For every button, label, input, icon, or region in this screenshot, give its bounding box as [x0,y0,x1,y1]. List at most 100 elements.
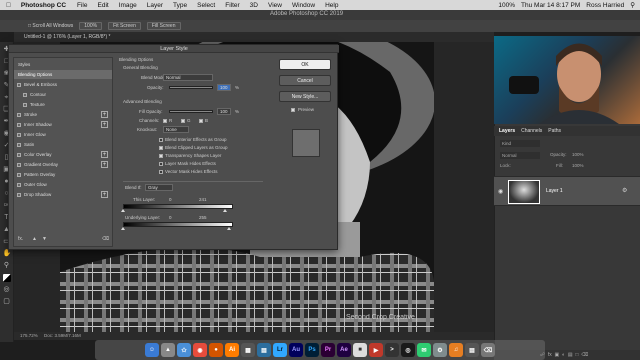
document-tab[interactable]: Untitled-1 @ 176% (Layer 1, RGB/8*) * [14,32,494,42]
photoshop-icon[interactable]: Ps [305,343,319,357]
chrome-icon[interactable]: ◉ [193,343,207,357]
style-checkbox[interactable] [17,182,21,187]
doc-size[interactable]: Doc: 3.59M/7.16M [44,333,81,338]
style-checkbox[interactable] [17,162,21,167]
advanced-option-checkbox[interactable] [159,162,163,166]
style-item[interactable]: Outer Glow [14,180,112,189]
folder-icon-dock[interactable]: ▤ [465,343,479,357]
media-icon[interactable]: ▶ [369,343,383,357]
opacity-input[interactable]: 100 [217,84,231,91]
layer-fill-value[interactable]: 100% [572,163,584,168]
add-effect-icon[interactable]: + [101,111,108,118]
tab-layers[interactable]: Layers [499,128,515,134]
channel-r-checkbox[interactable] [163,119,167,123]
style-checkbox[interactable] [23,102,27,107]
scroll-all-checkbox[interactable]: □ Scroll All Windows [28,23,73,29]
fill-screen-button[interactable]: Fill Screen [146,22,181,30]
style-checkbox[interactable] [17,142,21,147]
menu-3d[interactable]: 3D [250,2,258,9]
obs-icon[interactable]: ◎ [401,343,415,357]
menu-select[interactable]: Select [197,2,215,9]
new-style-button[interactable]: New Style... [279,91,331,102]
cancel-button[interactable]: Cancel [279,75,331,86]
fill-opacity-input[interactable]: 100 [217,108,231,115]
visibility-eye-icon[interactable]: ◉ [498,188,503,195]
user-name[interactable]: Ross Harried [586,2,624,9]
menu-image[interactable]: Image [119,2,137,9]
app-menu[interactable]: Photoshop CC [21,2,66,9]
menu-type[interactable]: Type [173,2,187,9]
clock[interactable]: Thu Mar 14 8:17 PM [521,2,580,9]
audition-icon[interactable]: Au [289,343,303,357]
channel-b-checkbox[interactable] [199,119,203,123]
style-checkbox[interactable] [17,112,21,117]
fx-icon[interactable]: fx [548,352,552,358]
style-checkbox[interactable] [17,82,21,87]
music-icon[interactable]: ♫ [449,343,463,357]
style-item[interactable]: Blending Options [14,70,112,79]
menu-layer[interactable]: Layer [147,2,163,9]
zoom-100-button[interactable]: 100% [79,22,103,30]
finder-icon[interactable]: ☺ [145,343,159,357]
underlying-layer-gradient[interactable] [123,222,233,227]
premiere-icon[interactable]: Pr [321,343,335,357]
adjustment-icon[interactable]: ◐ [562,352,565,358]
finder-folder-icon[interactable]: ▤ [257,343,271,357]
tab-channels[interactable]: Channels [521,128,542,134]
settings-icon[interactable]: ⚙ [433,343,447,357]
layer-thumbnail[interactable] [508,180,540,204]
app-icon[interactable]: ■ [353,343,367,357]
layer-name[interactable]: Layer 1 [546,188,563,194]
style-item[interactable]: Contour [14,90,112,99]
add-effect-icon[interactable]: + [101,161,108,168]
style-item[interactable]: Inner Glow [14,130,112,139]
style-checkbox[interactable] [17,152,21,157]
after-effects-icon[interactable]: Ae [337,343,351,357]
opacity-slider[interactable] [169,86,213,89]
battery-level[interactable]: 100% [498,2,515,9]
layer-filter-kind[interactable]: Kind [500,140,540,147]
firefox-icon[interactable]: ● [209,343,223,357]
fit-screen-button[interactable]: Fit Screen [108,22,141,30]
calendar-icon[interactable]: ▦ [241,343,255,357]
trash-dock-icon[interactable]: ⌫ [481,343,495,357]
fx-menu-icon[interactable]: fx. [18,236,23,242]
style-item[interactable]: Pattern Overlay [14,170,112,179]
terminal-icon[interactable]: > [385,343,399,357]
layer-effects-icon[interactable]: ⚙ [622,187,627,194]
add-effect-icon[interactable]: + [101,191,108,198]
add-effect-icon[interactable]: + [101,151,108,158]
style-item[interactable]: Gradient Overlay + [14,160,112,169]
menu-filter[interactable]: Filter [225,2,239,9]
screen-mode-icon[interactable]: ▢ [3,298,11,306]
knockout-select[interactable]: None [163,126,189,133]
style-item[interactable]: Inner Shadow + [14,120,112,129]
menu-file[interactable]: File [77,2,87,9]
mask-icon[interactable]: ▣ [555,352,560,358]
style-item[interactable]: Texture [14,100,112,109]
ok-button[interactable]: OK [279,59,331,70]
add-effect-icon[interactable]: + [101,121,108,128]
search-icon[interactable]: ⚲ [630,1,635,9]
zoom-level[interactable]: 175.72% [20,333,38,338]
fill-opacity-slider[interactable] [169,110,213,113]
hand-tool-icon[interactable]: ✋ [3,250,12,258]
delete-effect-icon[interactable]: ⌫ [102,236,109,242]
safari-icon[interactable]: ✩ [177,343,191,357]
zoom-tool-icon[interactable]: ⚲ [3,262,11,270]
layer-row[interactable]: ◉ Layer 1 ⚙ [494,176,640,206]
launchpad-icon[interactable]: ▲ [161,343,175,357]
quick-mask-icon[interactable]: ◎ [3,286,11,294]
tab-paths[interactable]: Paths [548,128,561,134]
advanced-option-checkbox[interactable] [159,138,163,142]
messages-icon[interactable]: ✉ [417,343,431,357]
advanced-option-checkbox[interactable] [159,146,163,150]
blend-mode-select[interactable]: Normal [163,74,213,81]
move-up-icon[interactable]: ▲ [32,236,37,242]
this-layer-white-handle[interactable] [223,209,227,212]
style-checkbox[interactable] [17,122,21,127]
menu-window[interactable]: Window [292,2,315,9]
this-layer-black-handle[interactable] [121,209,125,212]
layer-blend-mode[interactable]: Normal [500,152,540,159]
lightroom-icon[interactable]: Lr [273,343,287,357]
